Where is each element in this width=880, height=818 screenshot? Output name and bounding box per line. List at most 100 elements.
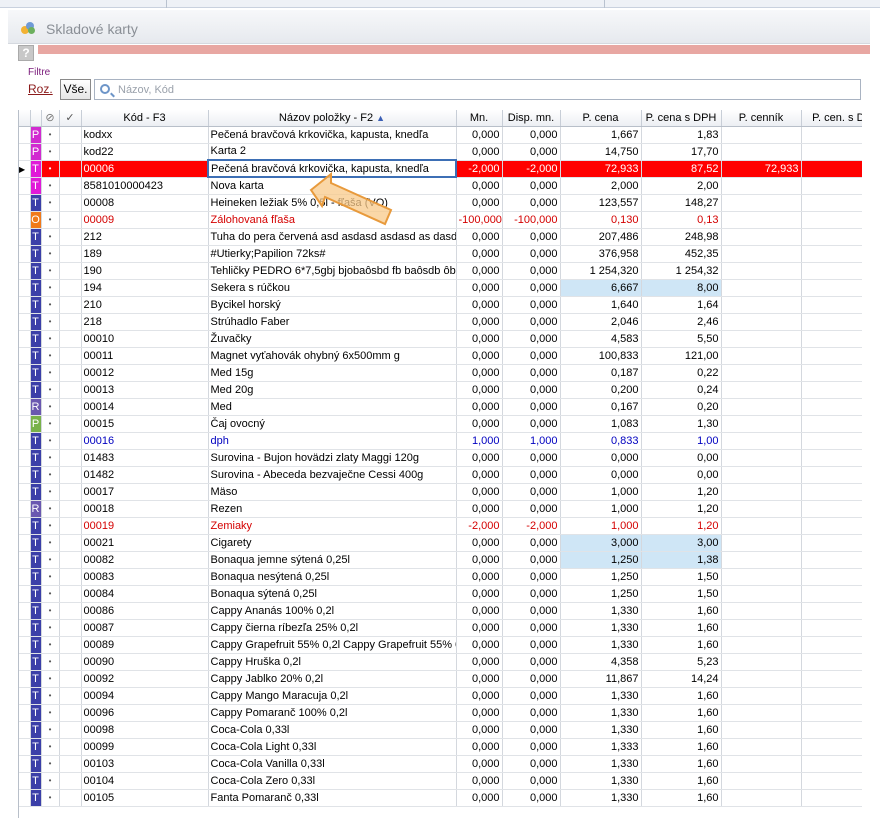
table-row[interactable]: T • 218 Strúhadlo Faber 0,000 0,000 2,046 2,46 (19, 313, 862, 331)
table-row[interactable]: T • 212 Tuha do pera červená asd asdasd asd… (19, 228, 862, 246)
check-cell[interactable] (59, 330, 82, 348)
table-row[interactable]: T • 00021 Cigarety 0,000 0,000 3,000 3,00 (19, 534, 862, 552)
attachment-cell[interactable]: • (41, 789, 60, 807)
check-cell[interactable] (59, 687, 82, 705)
table-row[interactable]: T • 00016 dph 1,000 1,000 0,833 1,00 (19, 432, 862, 450)
check-cell[interactable] (59, 415, 82, 433)
attachment-cell[interactable]: • (41, 449, 60, 467)
col-price[interactable]: P. cena (560, 110, 642, 127)
table-row[interactable]: T • 00087 Cappy čierna ríbezľa 25% 0,2l 0,00… (19, 619, 862, 637)
check-cell[interactable] (59, 500, 82, 518)
check-cell[interactable] (59, 653, 82, 671)
col-pricelist-vat[interactable]: P. cen. s DP (801, 110, 862, 127)
check-cell[interactable] (59, 126, 82, 144)
check-cell[interactable] (59, 772, 82, 790)
attachment-cell[interactable]: • (41, 551, 60, 569)
table-row[interactable]: T • 00010 Žuvačky 0,000 0,000 4,583 5,50 (19, 330, 862, 348)
attachment-cell[interactable]: • (41, 534, 60, 552)
table-row[interactable]: T • 00082 Bonaqua jemne sýtená 0,25l 0,000 0,… (19, 551, 862, 569)
table-row[interactable]: T • 00105 Fanta Pomaranč 0,33l 0,000 0,000 1,3… (19, 789, 862, 807)
table-row[interactable]: ▶ T • 00006 Pečená bravčová krkovička, kapus… (19, 159, 862, 178)
check-cell[interactable] (59, 517, 82, 535)
attachment-cell[interactable]: • (41, 347, 60, 365)
attachment-cell[interactable]: • (41, 687, 60, 705)
attachment-cell[interactable]: • (41, 245, 60, 263)
attachment-cell[interactable]: • (41, 738, 60, 756)
check-cell[interactable] (59, 143, 82, 161)
table-row[interactable]: T • 00090 Cappy Hruška 0,2l 0,000 0,000 4,358 5… (19, 653, 862, 671)
check-cell[interactable] (59, 670, 82, 688)
check-cell[interactable] (59, 313, 82, 331)
table-row[interactable]: T • 00084 Bonaqua sýtená 0,25l 0,000 0,000 1,2… (19, 585, 862, 603)
check-cell[interactable] (59, 279, 82, 297)
table-row[interactable]: T • 00104 Coca-Cola Zero 0,33l 0,000 0,000 1,3… (19, 772, 862, 790)
check-cell[interactable] (59, 721, 82, 739)
table-row[interactable]: T • 00094 Cappy Mango Maracuja 0,2l 0,000 0,0… (19, 687, 862, 705)
attachment-cell[interactable]: • (41, 670, 60, 688)
col-pricelist[interactable]: P. cenník (721, 110, 802, 127)
table-row[interactable]: P • kod22 Karta 2 0,000 0,000 14,750 17,70 (19, 143, 862, 161)
check-cell[interactable] (59, 483, 82, 501)
check-cell[interactable] (59, 789, 82, 807)
attachment-cell[interactable]: • (41, 228, 60, 246)
check-cell[interactable] (59, 381, 82, 399)
table-row[interactable]: P • 00015 Čaj ovocný 0,000 0,000 1,083 1,30 (19, 415, 862, 433)
check-cell[interactable] (59, 704, 82, 722)
expand-filter-link[interactable]: Roz. (28, 82, 53, 96)
attachment-cell[interactable]: • (41, 177, 60, 195)
check-cell[interactable] (59, 738, 82, 756)
table-row[interactable]: T • 00103 Coca-Cola Vanilla 0,33l 0,000 0,000… (19, 755, 862, 773)
table-row[interactable]: R • 00018 Rezen 0,000 0,000 1,000 1,20 (19, 500, 862, 518)
attachment-cell[interactable]: • (41, 704, 60, 722)
table-row[interactable]: T • 210 Bycikel horský 0,000 0,000 1,640 1,64 (19, 296, 862, 314)
attachment-cell[interactable]: • (41, 517, 60, 535)
table-row[interactable]: T • 00017 Mäso 0,000 0,000 1,000 1,20 (19, 483, 862, 501)
table-row[interactable]: T • 194 Sekera s rúčkou 0,000 0,000 6,667 8,00 (19, 279, 862, 297)
table-row[interactable]: R • 00014 Med 0,000 0,000 0,167 0,20 (19, 398, 862, 416)
check-cell[interactable] (59, 568, 82, 586)
attachment-cell[interactable]: • (41, 279, 60, 297)
check-cell[interactable] (59, 432, 82, 450)
help-button[interactable]: ? (18, 45, 34, 61)
attachment-cell[interactable]: • (41, 330, 60, 348)
attachment-cell[interactable]: • (41, 211, 60, 229)
attachment-cell[interactable]: • (41, 755, 60, 773)
check-cell[interactable] (59, 364, 82, 382)
check-cell[interactable] (59, 245, 82, 263)
attachment-cell[interactable]: • (41, 160, 60, 178)
attachment-cell[interactable]: • (41, 364, 60, 382)
attachment-cell[interactable]: • (41, 296, 60, 314)
attachment-cell[interactable]: • (41, 126, 60, 144)
table-row[interactable]: T • 00019 Zemiaky -2,000 -2,000 1,000 1,20 (19, 517, 862, 535)
col-qty[interactable]: Mn. (456, 110, 503, 127)
attachment-cell[interactable]: • (41, 381, 60, 399)
check-cell[interactable] (59, 347, 82, 365)
col-disp-qty[interactable]: Disp. mn. (502, 110, 561, 127)
col-code[interactable]: Kód - F3 (81, 110, 209, 127)
show-all-button[interactable]: Vše. (60, 79, 91, 100)
check-cell[interactable] (59, 585, 82, 603)
check-cell[interactable] (59, 194, 82, 212)
check-cell[interactable] (59, 466, 82, 484)
attachment-cell[interactable]: • (41, 772, 60, 790)
check-cell[interactable] (59, 160, 82, 178)
attachment-cell[interactable]: • (41, 500, 60, 518)
table-row[interactable]: T • 00013 Med 20g 0,000 0,000 0,200 0,24 (19, 381, 862, 399)
attachment-cell[interactable]: • (41, 415, 60, 433)
attachment-cell[interactable]: • (41, 466, 60, 484)
table-row[interactable]: T • 00092 Cappy Jablko 20% 0,2l 0,000 0,000 11… (19, 670, 862, 688)
attachment-cell[interactable]: • (41, 619, 60, 637)
table-row[interactable]: T • 00089 Cappy Grapefruit 55% 0,2l Cappy G… (19, 636, 862, 654)
table-row[interactable]: T • 00008 Heineken ležiak 5% 0,5l - fľaša (… (19, 194, 862, 212)
check-cell[interactable] (59, 228, 82, 246)
table-row[interactable]: T • 8581010000423 Nova karta 0,000 0,000 2,000… (19, 177, 862, 195)
table-row[interactable]: T • 189 #Utierky;Papilion 72ks# 0,000 0,000 37… (19, 245, 862, 263)
check-cell[interactable] (59, 449, 82, 467)
attachment-cell[interactable]: • (41, 398, 60, 416)
check-cell[interactable] (59, 551, 82, 569)
table-row[interactable]: T • 00096 Cappy Pomaranč 100% 0,2l 0,000 0,00… (19, 704, 862, 722)
attachment-cell[interactable]: • (41, 432, 60, 450)
check-cell[interactable] (59, 398, 82, 416)
check-cell[interactable] (59, 296, 82, 314)
table-row[interactable]: P • kodxx Pečená bravčová krkovička, kapust… (19, 126, 862, 144)
